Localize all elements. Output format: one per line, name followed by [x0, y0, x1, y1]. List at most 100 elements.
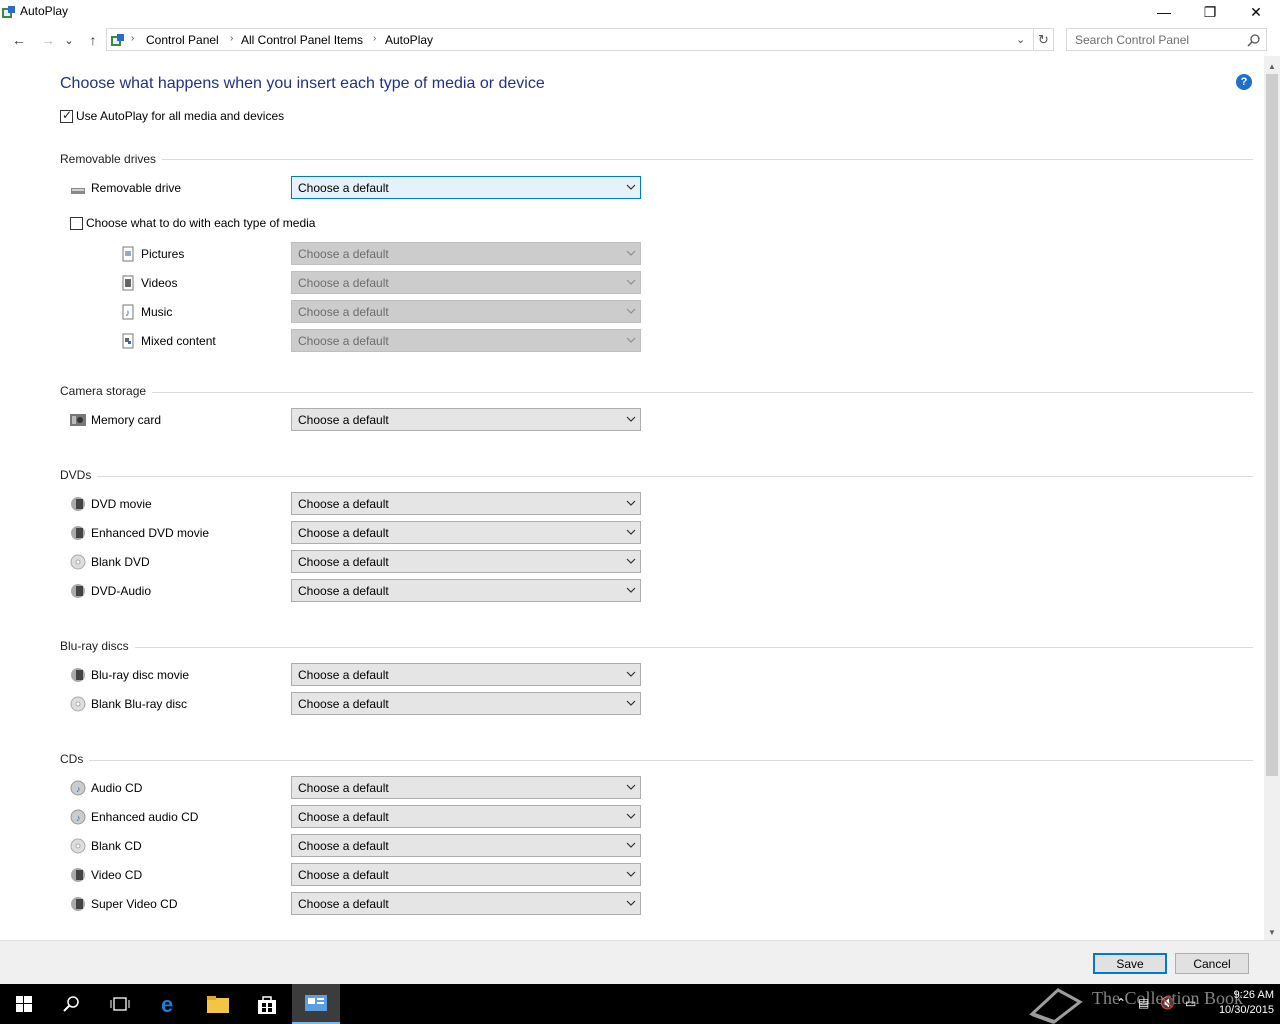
blank-bluray-icon — [70, 696, 86, 712]
vertical-scrollbar[interactable]: ▲ ▼ — [1264, 56, 1280, 940]
audio-cd-label: Audio CD — [91, 781, 143, 795]
pictures-icon — [122, 246, 134, 262]
search-box[interactable]: Search Control Panel — [1066, 28, 1267, 51]
chevron-up-icon[interactable]: ⌃ — [1116, 996, 1132, 1012]
close-button[interactable]: ✕ — [1233, 0, 1279, 24]
super-video-cd-select[interactable]: Choose a default — [291, 892, 641, 915]
enhanced-dvd-movie-select[interactable]: Choose a default — [291, 521, 641, 544]
edge-browser-icon: e — [161, 993, 173, 1015]
mixed-content-select[interactable]: Choose a default — [291, 329, 641, 352]
save-button[interactable]: Save — [1093, 953, 1167, 974]
group-divider — [60, 392, 1253, 393]
memory-card-select[interactable]: Choose a default — [291, 408, 641, 431]
scroll-up-icon[interactable]: ▲ — [1264, 58, 1280, 74]
removable-drive-select[interactable]: Choose a default — [291, 176, 641, 199]
back-button[interactable]: ← — [9, 30, 29, 50]
memory-card-icon — [70, 414, 86, 426]
dvd-movie-select[interactable]: Choose a default — [291, 492, 641, 515]
file-explorer-taskbar-button[interactable] — [194, 984, 242, 1024]
address-bar[interactable]: › Control Panel › All Control Panel Item… — [106, 28, 1034, 51]
group-title-camera: Camera storage — [60, 384, 153, 398]
recent-locations-button[interactable]: ⌄ — [62, 30, 76, 50]
enhanced-audio-cd-icon: ♪ — [70, 809, 86, 825]
mixed-content-icon — [122, 333, 134, 349]
chevron-down-icon — [626, 529, 636, 535]
refresh-button[interactable]: ↻ — [1034, 28, 1054, 51]
svg-text:♪: ♪ — [76, 813, 81, 823]
chevron-down-icon — [626, 700, 636, 706]
search-input[interactable]: Search Control Panel — [1075, 33, 1189, 47]
clock-date: 10/30/2015 — [1218, 1004, 1274, 1016]
chevron-down-icon — [626, 279, 636, 285]
audio-cd-select[interactable]: Choose a default — [291, 776, 641, 799]
search-icon[interactable] — [1247, 33, 1261, 47]
music-select[interactable]: Choose a default — [291, 300, 641, 323]
maximize-button[interactable]: ❐ — [1187, 0, 1233, 24]
refresh-icon: ↻ — [1038, 31, 1049, 47]
clock-time: 9:26 AM — [1233, 989, 1274, 1001]
pictures-label: Pictures — [141, 247, 185, 261]
blank-bluray-select[interactable]: Choose a default — [291, 692, 641, 715]
start-button[interactable] — [0, 984, 48, 1024]
blank-dvd-icon — [70, 554, 86, 570]
dvd-movie-icon — [71, 497, 85, 511]
windows-logo-icon — [16, 996, 32, 1012]
address-dropdown-icon[interactable]: ⌄ — [1016, 33, 1025, 46]
store-taskbar-button[interactable] — [243, 984, 291, 1024]
chevron-down-icon: ⌄ — [64, 34, 74, 47]
breadcrumb-all-items[interactable]: All Control Panel Items — [241, 33, 363, 47]
forward-button[interactable]: → — [38, 30, 58, 50]
page-title: Choose what happens when you insert each… — [60, 75, 545, 92]
scroll-down-icon[interactable]: ▼ — [1264, 924, 1280, 940]
scrollbar-thumb[interactable] — [1266, 74, 1278, 776]
memory-card-label: Memory card — [91, 413, 162, 427]
breadcrumb-autoplay[interactable]: AutoPlay — [385, 33, 433, 47]
blank-dvd-select[interactable]: Choose a default — [291, 550, 641, 573]
chevron-down-icon — [626, 813, 636, 819]
volume-muted-icon[interactable]: 🔇 — [1160, 996, 1176, 1012]
music-label: Music — [141, 305, 173, 319]
chevron-down-icon — [626, 337, 636, 343]
checkmark-icon: ✓ — [62, 108, 73, 122]
audio-cd-icon: ♪ — [70, 780, 86, 796]
task-view-button[interactable] — [96, 984, 144, 1024]
navigation-bar: ← → ⌄ ↑ › Control Panel › All Control Pa… — [0, 26, 1280, 54]
pictures-select[interactable]: Choose a default — [291, 242, 641, 265]
minimize-button[interactable]: — — [1141, 0, 1187, 24]
blank-cd-select[interactable]: Choose a default — [291, 834, 641, 857]
dialog-button-bar: Save Cancel — [0, 940, 1280, 984]
svg-text:e: e — [161, 993, 173, 1015]
action-center-icon[interactable]: ▭ — [1185, 996, 1201, 1012]
removable-drive-icon — [71, 188, 85, 194]
dvd-movie-label: DVD movie — [91, 497, 152, 511]
search-taskbar-button[interactable] — [48, 984, 96, 1024]
title-bar: AutoPlay — ❐ ✕ — [0, 0, 1280, 24]
forward-arrow-icon: → — [41, 32, 55, 48]
cancel-button[interactable]: Cancel — [1175, 953, 1249, 974]
group-title-removable: Removable drives — [60, 152, 163, 166]
edge-taskbar-button[interactable]: e — [146, 984, 194, 1024]
group-title-cds: CDs — [60, 752, 90, 766]
system-clock[interactable]: 9:26 AM 10/30/2015 — [1208, 988, 1274, 1018]
chevron-down-icon — [626, 250, 636, 256]
super-video-cd-label: Super Video CD — [91, 897, 178, 911]
help-icon[interactable]: ? — [1236, 74, 1252, 90]
videos-select[interactable]: Choose a default — [291, 271, 641, 294]
enhanced-dvd-movie-icon — [71, 526, 85, 540]
window-title: AutoPlay — [20, 4, 69, 18]
dvd-audio-label: DVD-Audio — [91, 584, 152, 598]
use-autoplay-checkbox[interactable]: ✓ — [60, 108, 73, 123]
dvd-audio-select[interactable]: Choose a default — [291, 579, 641, 602]
video-cd-select[interactable]: Choose a default — [291, 863, 641, 886]
up-button[interactable]: ↑ — [83, 30, 103, 50]
control-panel-icon — [305, 995, 327, 1011]
bluray-movie-select[interactable]: Choose a default — [291, 663, 641, 686]
enhanced-audio-cd-label: Enhanced audio CD — [91, 810, 199, 824]
network-icon[interactable]: ▤ — [1138, 996, 1154, 1012]
breadcrumb-control-panel[interactable]: Control Panel — [146, 33, 219, 47]
control-panel-taskbar-button[interactable] — [292, 984, 340, 1024]
folder-icon — [207, 996, 229, 1013]
chevron-down-icon — [626, 900, 636, 906]
media-type-checkbox[interactable] — [70, 217, 83, 230]
enhanced-audio-cd-select[interactable]: Choose a default — [291, 805, 641, 828]
